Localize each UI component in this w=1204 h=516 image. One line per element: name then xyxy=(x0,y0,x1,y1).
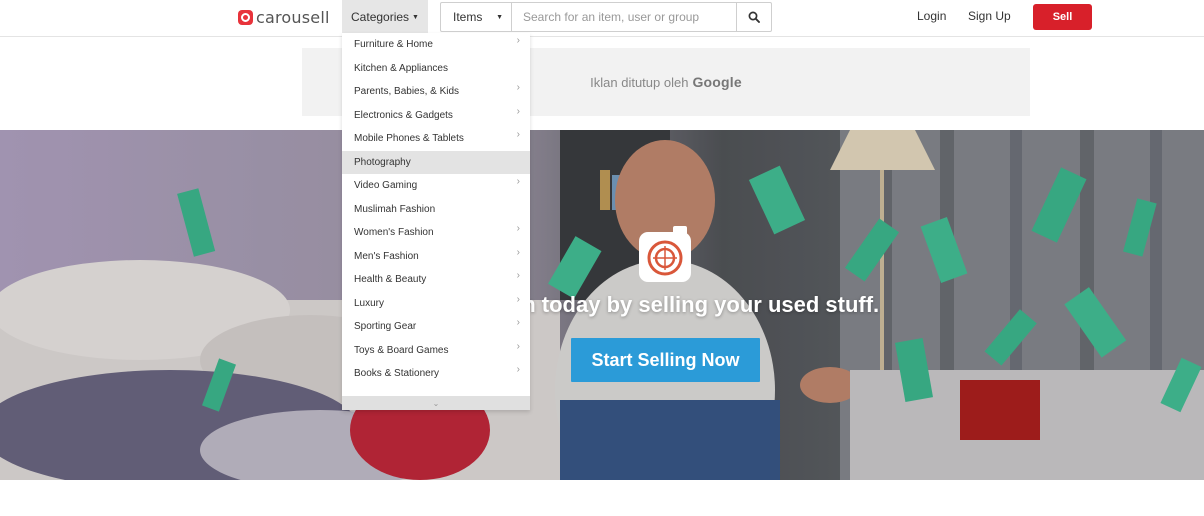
start-selling-button[interactable]: Start Selling Now xyxy=(571,338,760,382)
chevron-right-icon: › xyxy=(516,270,520,281)
ad-provider-name: Google xyxy=(692,74,742,90)
chevron-right-icon: › xyxy=(516,340,520,352)
brand-name: carousell xyxy=(256,7,330,27)
category-item[interactable]: Muslimah Fashion xyxy=(342,198,530,222)
category-label: Parents, Babies, & Kids xyxy=(354,86,460,98)
login-link[interactable]: Login xyxy=(917,9,946,23)
search-type-label: Items xyxy=(453,10,483,24)
carousell-logo-icon xyxy=(238,9,253,25)
category-item[interactable]: Books & Stationery › xyxy=(342,362,530,386)
category-item[interactable]: Furniture & Home › xyxy=(342,33,530,57)
category-label: Kitchen & Appliances xyxy=(354,62,448,74)
carousell-logo[interactable]: carousell xyxy=(238,7,330,27)
chevron-right-icon: › xyxy=(516,105,520,117)
scroll-down-button[interactable]: ⌄ xyxy=(342,396,530,410)
chevron-right-icon: › xyxy=(516,317,520,328)
category-item[interactable]: Men's Fashion › xyxy=(342,245,530,269)
chevron-right-icon: › xyxy=(516,246,520,258)
category-label: Men's Fashion xyxy=(354,250,419,262)
category-item[interactable]: Toys & Board Games › xyxy=(342,339,530,363)
category-label: Toys & Board Games xyxy=(354,344,449,356)
search-bar: Items ▼ xyxy=(440,2,772,32)
chevron-right-icon: › xyxy=(516,293,520,305)
search-button[interactable] xyxy=(736,3,771,31)
sell-button[interactable]: Sell xyxy=(1033,4,1092,30)
chevron-right-icon: › xyxy=(516,35,520,46)
top-navbar: carousell Categories ▼ Items ▼ Login Sig… xyxy=(0,0,1204,37)
camera-icon xyxy=(639,226,691,282)
caret-down-icon: ▼ xyxy=(496,13,503,21)
categories-label: Categories xyxy=(351,9,410,24)
category-label: Electronics & Gadgets xyxy=(354,109,453,121)
category-item[interactable]: Photography xyxy=(342,150,530,174)
hero-tagline: sh today by selling your used stuff. xyxy=(510,292,880,317)
search-input[interactable] xyxy=(512,3,736,31)
chevron-right-icon: › xyxy=(516,82,520,93)
category-label: Furniture & Home xyxy=(354,39,433,51)
category-item[interactable]: Women's Fashion › xyxy=(342,221,530,245)
ad-closed-label: Iklan ditutup oleh xyxy=(590,74,689,90)
category-item[interactable]: Luxury › xyxy=(342,292,530,316)
categories-dropdown-button[interactable]: Categories ▼ xyxy=(342,0,428,33)
category-label: Books & Stationery xyxy=(354,368,440,380)
category-label: Mobile Phones & Tablets xyxy=(354,133,464,145)
category-item[interactable]: Sporting Gear › xyxy=(342,315,530,339)
category-item[interactable]: Electronics & Gadgets › xyxy=(342,104,530,128)
category-item[interactable]: Parents, Babies, & Kids › xyxy=(342,80,530,104)
category-label: Luxury xyxy=(354,297,385,309)
chevron-down-icon: ⌄ xyxy=(432,398,440,408)
signup-link[interactable]: Sign Up xyxy=(968,9,1011,23)
category-label: Health & Beauty xyxy=(354,274,427,286)
chevron-right-icon: › xyxy=(516,176,520,187)
categories-dropdown-menu: Furniture & Home › Kitchen & Appliances Par… xyxy=(342,33,530,410)
search-type-select[interactable]: Items ▼ xyxy=(441,3,512,31)
chevron-right-icon: › xyxy=(516,223,520,234)
categories-list: Furniture & Home › Kitchen & Appliances Par… xyxy=(342,33,530,386)
chevron-right-icon: › xyxy=(516,129,520,140)
category-label: Photography xyxy=(354,156,411,168)
category-label: Muslimah Fashion xyxy=(354,203,436,215)
search-icon xyxy=(748,11,760,23)
chevron-right-icon: › xyxy=(516,364,520,375)
category-item[interactable]: Video Gaming › xyxy=(342,174,530,198)
hero-banner: sh today by selling your used stuff. Sta… xyxy=(0,130,1204,480)
category-item[interactable]: Mobile Phones & Tablets › xyxy=(342,127,530,151)
category-label: Women's Fashion xyxy=(354,227,434,239)
category-item[interactable]: Health & Beauty › xyxy=(342,268,530,292)
category-label: Video Gaming xyxy=(354,180,418,192)
caret-down-icon: ▼ xyxy=(412,14,419,21)
category-item[interactable]: Kitchen & Appliances xyxy=(342,57,530,81)
category-label: Sporting Gear xyxy=(354,321,417,333)
